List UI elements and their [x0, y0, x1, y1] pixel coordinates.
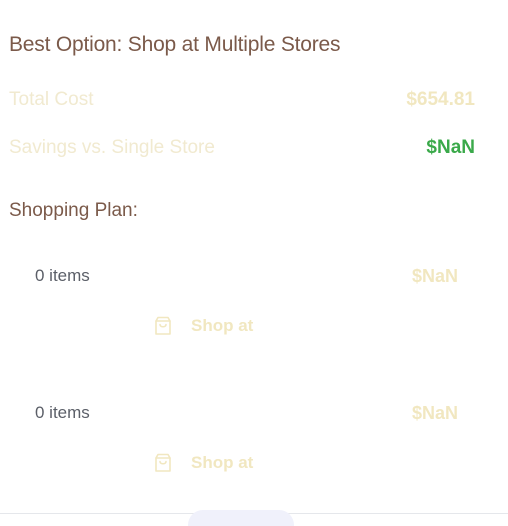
store-plan-header: 0 items $NaN	[35, 401, 458, 425]
savings-row: Savings vs. Single Store $NaN	[9, 134, 475, 162]
store-plan-card: 0 items $NaN	[35, 264, 458, 288]
store-plan-card: 0 items $NaN	[35, 401, 458, 425]
shopping-bag-icon	[154, 453, 172, 473]
shopping-bag-icon	[154, 316, 172, 336]
best-option-panel: Best Option: Shop at Multiple Stores Tot…	[0, 0, 508, 526]
shop-at-label: Shop at	[191, 316, 254, 335]
shopping-plan-heading: Shopping Plan:	[9, 200, 138, 221]
total-cost-value: $654.81	[406, 89, 475, 110]
store-subtotal: $NaN	[411, 265, 458, 286]
best-option-title: Best Option: Shop at Multiple Stores	[9, 33, 341, 56]
store-subtotal: $NaN	[411, 402, 458, 423]
shop-at-store-button[interactable]: Shop at	[154, 453, 253, 473]
bottom-nav-pill[interactable]	[188, 510, 294, 526]
savings-label: Savings vs. Single Store	[9, 137, 215, 158]
store-item-count: 0 items	[35, 266, 90, 285]
store-item-count: 0 items	[35, 403, 90, 422]
savings-value: $NaN	[426, 137, 475, 158]
shop-at-label: Shop at	[191, 453, 254, 472]
shop-at-store-button[interactable]: Shop at	[154, 316, 253, 336]
total-cost-row: Total Cost $654.81	[9, 86, 475, 114]
total-cost-label: Total Cost	[9, 89, 94, 110]
store-plan-header: 0 items $NaN	[35, 264, 458, 288]
